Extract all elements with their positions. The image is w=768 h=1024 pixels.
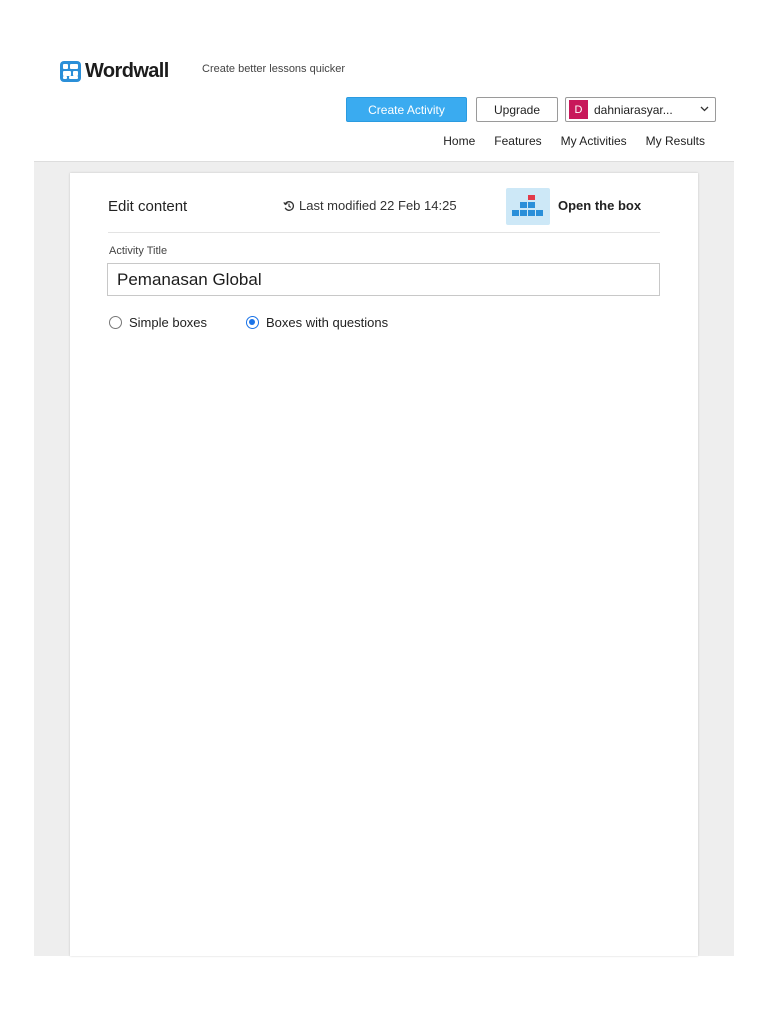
create-activity-button[interactable]: Create Activity	[346, 97, 467, 122]
top-nav: Home Features My Activities My Results	[424, 134, 705, 148]
wordwall-logo[interactable]: Wordwall	[60, 60, 169, 83]
user-name: dahniarasyar...	[594, 102, 673, 117]
boxes-with-questions-label: Boxes with questions	[266, 315, 389, 330]
template-thumbnail[interactable]	[506, 188, 550, 225]
activity-title-label: Activity Title	[109, 245, 168, 257]
avatar: D	[569, 100, 588, 119]
last-modified[interactable]: Last modified 22 Feb 14:25	[283, 198, 457, 213]
simple-boxes-radio[interactable]	[109, 316, 122, 329]
page-title: Edit content	[108, 198, 188, 215]
nav-item-my-results[interactable]: My Results	[646, 134, 705, 148]
last-modified-text: Last modified 22 Feb 14:25	[299, 198, 457, 213]
wordwall-logo-icon	[60, 61, 81, 82]
open-the-box-icon	[512, 195, 543, 216]
tagline: Create better lessons quicker	[202, 63, 346, 75]
template-name[interactable]: Open the box	[558, 198, 641, 213]
history-icon	[283, 200, 295, 212]
nav-item-my-activities[interactable]: My Activities	[561, 134, 627, 148]
activity-title-input[interactable]	[107, 263, 660, 296]
option-boxes-with-questions[interactable]: Boxes with questions	[246, 315, 388, 330]
option-simple-boxes[interactable]: Simple boxes	[109, 315, 207, 330]
header-divider	[108, 232, 660, 233]
boxes-with-questions-radio[interactable]	[246, 316, 259, 329]
brand-name: Wordwall	[85, 60, 169, 82]
simple-boxes-label: Simple boxes	[129, 315, 208, 330]
nav-item-features[interactable]: Features	[494, 134, 541, 148]
nav-item-home[interactable]: Home	[443, 134, 475, 148]
chevron-down-icon	[697, 104, 711, 115]
upgrade-button[interactable]: Upgrade	[476, 97, 558, 122]
user-menu-dropdown[interactable]: D dahniarasyar...	[565, 97, 716, 122]
